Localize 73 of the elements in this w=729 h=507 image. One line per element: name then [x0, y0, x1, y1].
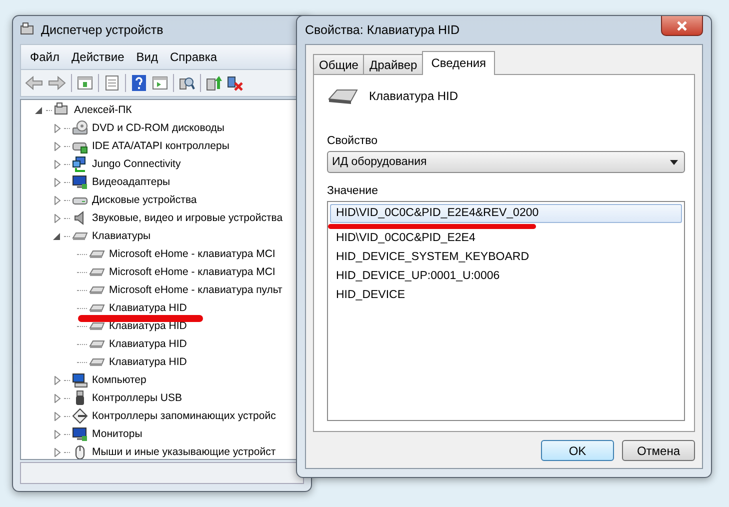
tree-item[interactable]: Клавиатуры: [90, 230, 153, 242]
diamond-arrow-icon: [72, 408, 88, 424]
cancel-button[interactable]: Отмена: [622, 440, 695, 461]
tree-item[interactable]: Алексей-ПК: [72, 104, 134, 116]
tree-item[interactable]: Microsoft eHome - клавиатура пульт: [107, 284, 284, 296]
tree-item[interactable]: Jungo Connectivity: [90, 158, 183, 170]
back-icon[interactable]: [25, 75, 43, 91]
disable-device-icon[interactable]: [227, 75, 243, 91]
expander-icon[interactable]: [53, 232, 62, 240]
dropdown-arrow-icon: [670, 160, 678, 164]
menu-item[interactable]: Файл: [25, 48, 65, 66]
list-item[interactable]: HID_DEVICE_UP:0001_U:0006: [330, 267, 682, 286]
tree-item[interactable]: Microsoft eHome - клавиатура MCI: [107, 248, 278, 260]
properties-icon[interactable]: [104, 75, 120, 91]
monitor-icon: [72, 174, 88, 190]
computer-icon: [72, 372, 88, 388]
network-icon: [72, 156, 88, 172]
tree-item[interactable]: Контроллеры USB: [90, 392, 184, 404]
monitor-icon: [72, 426, 88, 442]
expander-icon[interactable]: [35, 106, 44, 114]
menu-item[interactable]: Вид: [131, 48, 163, 66]
menu-item[interactable]: Действие: [66, 48, 130, 66]
expander-icon[interactable]: [53, 124, 62, 132]
disc-drive-icon: [72, 120, 88, 136]
list-item[interactable]: HID_DEVICE_SYSTEM_KEYBOARD: [330, 248, 682, 267]
expander-icon[interactable]: [53, 178, 62, 186]
tab[interactable]: Общие: [313, 54, 364, 74]
property-dropdown[interactable]: ИД оборудования: [327, 151, 685, 173]
tree-item[interactable]: IDE ATA/ATAPI контроллеры: [90, 140, 232, 152]
expander-icon[interactable]: [53, 196, 62, 204]
tree-item[interactable]: Клавиатура HID: [107, 356, 189, 368]
tree-item[interactable]: Мыши и иные указывающие устройст: [90, 446, 278, 458]
list-item[interactable]: HID_DEVICE: [330, 286, 682, 305]
forward-icon[interactable]: [48, 75, 66, 91]
field-label: Свойство: [327, 135, 378, 147]
tree-item[interactable]: Клавиатура HID: [107, 338, 189, 350]
pane-icon[interactable]: [152, 75, 168, 91]
expander-icon[interactable]: [53, 160, 62, 168]
update-driver-icon[interactable]: [206, 75, 222, 91]
tab[interactable]: Сведения: [422, 51, 496, 75]
scan-icon[interactable]: [179, 75, 195, 91]
tree-item[interactable]: DVD и CD-ROM дисководы: [90, 122, 226, 134]
tree-item[interactable]: Клавиатура HID: [107, 320, 189, 332]
expander-icon[interactable]: [53, 214, 62, 222]
tree-item[interactable]: Microsoft eHome - клавиатура MCI: [107, 266, 278, 278]
expander-icon[interactable]: [53, 430, 62, 438]
tree-item[interactable]: Контроллеры запоминающих устройс: [90, 410, 278, 422]
tree-item[interactable]: Компьютер: [90, 374, 148, 386]
help-icon[interactable]: [131, 75, 147, 91]
list-item[interactable]: HID\VID_0C0C&PID_E2E4: [330, 229, 682, 248]
close-icon: [676, 20, 688, 30]
tree-item[interactable]: Мониторы: [90, 428, 144, 440]
expander-icon[interactable]: [53, 412, 62, 420]
expander-icon[interactable]: [53, 142, 62, 150]
close-button[interactable]: [661, 16, 703, 36]
pane-icon[interactable]: [77, 75, 93, 91]
list-item[interactable]: HID\VID_0C0C&PID_E2E4&REV_0200: [330, 204, 682, 223]
tree-item[interactable]: Дисковые устройства: [90, 194, 199, 206]
field-label: Значение: [327, 185, 379, 197]
expander-icon[interactable]: [53, 394, 62, 402]
tree-item[interactable]: Звуковые, видео и игровые устройства: [90, 212, 285, 224]
tree-item[interactable]: Клавиатура HID: [107, 302, 189, 314]
value-list[interactable]: HID\VID_0C0C&PID_E2E4&REV_0200 HID\VID_0C0C&PID_E2E4 HID_DEVICE_SYSTEM_KEYBOARD HID_DEVICE_UP:0001_U:0006 HID_DEVICE: [327, 201, 685, 421]
menu-item[interactable]: Справка: [165, 48, 222, 66]
tree-item[interactable]: Видеоадаптеры: [90, 176, 172, 188]
tab[interactable]: Драйвер: [363, 54, 424, 74]
ok-button[interactable]: OK: [541, 440, 614, 461]
dialog-title: Свойства: Клавиатура HID: [305, 23, 460, 37]
keyboard-icon: [327, 87, 359, 107]
expander-icon[interactable]: [53, 376, 62, 384]
window-title: Диспетчер устройств: [41, 23, 164, 37]
expander-icon[interactable]: [53, 448, 62, 456]
device-name: Клавиатура HID: [369, 89, 458, 103]
